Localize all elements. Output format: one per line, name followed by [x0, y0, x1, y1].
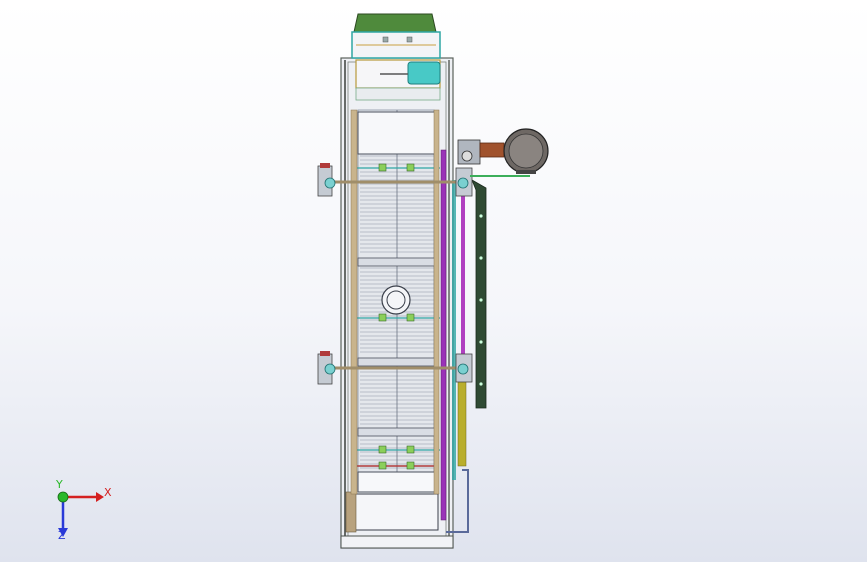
- actuator-assembly: [355, 59, 441, 101]
- olive-chain: [457, 369, 467, 467]
- bar-hole: [479, 256, 483, 260]
- triad-x-label: X: [104, 486, 112, 499]
- discharge-box: [351, 493, 439, 531]
- bearing-hub-right-upper: [457, 177, 469, 189]
- bracket-bolt-left: [382, 36, 389, 43]
- bearing-hub-right-lower: [457, 363, 469, 375]
- bar-hole: [479, 382, 483, 386]
- tan-rail-left: [350, 109, 358, 495]
- bearing-hub-left-upper: [324, 177, 336, 189]
- section-plate-5: [357, 471, 437, 493]
- green-cover: [353, 13, 437, 33]
- support-bar: [471, 179, 487, 409]
- gearbox-shaft: [461, 150, 473, 162]
- green-block: [406, 313, 415, 322]
- green-block: [378, 461, 387, 470]
- motor-foot: [516, 170, 536, 174]
- cad-viewport[interactable]: [0, 0, 867, 562]
- bar-hole: [479, 214, 483, 218]
- magenta-chain-outer: [461, 190, 465, 370]
- conveyor-belt: [345, 109, 440, 533]
- green-block: [378, 313, 387, 322]
- drive-motor: [457, 128, 549, 174]
- triad-z-label: Z: [58, 529, 66, 542]
- purple-chain: [440, 149, 447, 521]
- motor-coupling: [479, 142, 505, 158]
- actuator-guide: [355, 87, 441, 101]
- motor-face: [508, 133, 544, 169]
- green-block: [406, 445, 415, 454]
- section-plate-2: [357, 257, 437, 267]
- tan-rail-right: [433, 109, 440, 495]
- discharge-chute-left: [345, 491, 357, 533]
- top-cover-assembly: [351, 13, 441, 59]
- teal-guide-right: [452, 180, 456, 480]
- base-plate: [340, 535, 454, 549]
- triad-x-arrow: [96, 492, 104, 502]
- triad-origin-y: [57, 491, 69, 503]
- section-plate-3: [357, 357, 437, 367]
- triad-y-label: Y: [56, 478, 63, 491]
- green-block: [378, 445, 387, 454]
- bar-hole: [479, 340, 483, 344]
- bracket-bolt-right: [406, 36, 413, 43]
- green-block: [406, 461, 415, 470]
- section-plate-4: [357, 427, 437, 437]
- bearing-clamp-left-lower: [320, 351, 330, 356]
- cyan-cylinder: [407, 61, 441, 85]
- bearing-clamp-left-upper: [320, 163, 330, 168]
- section-plate-1: [357, 111, 437, 155]
- green-block: [406, 163, 415, 172]
- inspection-port-outer: [381, 285, 411, 315]
- green-block: [378, 163, 387, 172]
- bar-hole: [479, 298, 483, 302]
- dark-green-bar: [471, 179, 487, 409]
- bearing-hub-left-lower: [324, 363, 336, 375]
